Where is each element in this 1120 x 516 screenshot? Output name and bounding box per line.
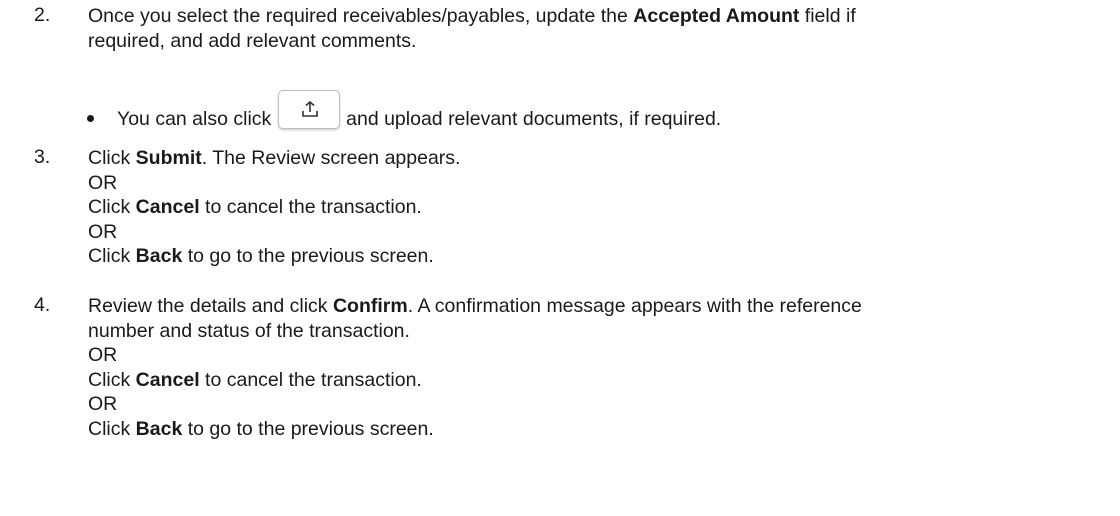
text-run: Click	[88, 417, 136, 440]
bold-term-back: Back	[135, 245, 183, 267]
text-run: to cancel the transaction.	[199, 368, 422, 391]
or-separator: OR	[88, 171, 118, 194]
upload-button[interactable]	[277, 90, 340, 129]
bold-term-cancel: Cancel	[135, 196, 200, 218]
step-content: Click Submit. The Review screen appears.…	[88, 146, 1118, 269]
step-text-line: Click Back to go to the previous screen.	[88, 244, 1118, 269]
bold-term-cancel: Cancel	[135, 368, 200, 391]
step-number: 4.	[34, 294, 51, 316]
upload-icon	[301, 100, 318, 117]
step-content: Review the details and click Confirm. A …	[88, 294, 1118, 441]
text-run: to cancel the transaction.	[199, 196, 422, 218]
step-number: 2.	[34, 4, 51, 26]
or-separator: OR	[88, 393, 118, 415]
bold-term-accepted-amount: Accepted Amount	[633, 5, 800, 27]
text-run: Click	[88, 368, 136, 391]
text-run: You can also click	[117, 108, 277, 130]
text-run: Once you select the required receivables…	[88, 5, 634, 27]
step-text-line: Once you select the required receivables…	[88, 4, 1118, 29]
text-run: to go to the previous screen.	[182, 245, 434, 267]
text-run: . The Review screen appears.	[201, 147, 461, 169]
or-separator: OR	[88, 344, 118, 366]
document-body: 2. Once you select the required receivab…	[0, 0, 1120, 516]
step-text-line: number and status of the transaction.	[88, 319, 410, 342]
text-run: field if	[799, 5, 856, 27]
bullet-text: You can also click and upload relevant d…	[117, 90, 722, 132]
text-run: and upload relevant documents, if requir…	[340, 108, 722, 130]
text-run: . A confirmation message appears with th…	[407, 295, 862, 317]
or-separator: OR	[88, 220, 118, 243]
step-text-line: Review the details and click Confirm. A …	[88, 294, 1118, 319]
step-content: Once you select the required receivables…	[88, 4, 1118, 53]
bullet-dot-icon	[87, 115, 94, 122]
step-text-line: Click Back to go to the previous screen.	[88, 417, 1118, 442]
text-run: Click	[88, 196, 136, 218]
step-number: 3.	[34, 146, 51, 168]
step-text-line: Click Cancel to cancel the transaction.	[88, 368, 1118, 393]
text-run: Click	[88, 147, 136, 169]
step-text-line: Click Submit. The Review screen appears.	[88, 146, 1118, 171]
bold-term-confirm: Confirm	[332, 295, 408, 317]
text-run: Review the details and click	[88, 295, 333, 317]
step-text-line: Click Cancel to cancel the transaction.	[88, 195, 1118, 220]
text-run: Click	[88, 245, 136, 267]
bold-term-back: Back	[135, 417, 183, 440]
text-run: to go to the previous screen.	[182, 417, 434, 440]
step-text-line: required, and add relevant comments.	[88, 29, 417, 52]
bold-term-submit: Submit	[135, 147, 202, 169]
